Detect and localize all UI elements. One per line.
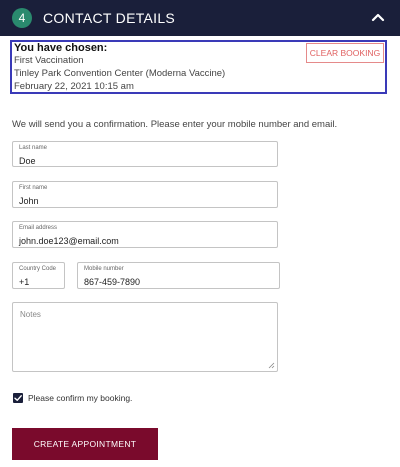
section-title: CONTACT DETAILS bbox=[43, 10, 176, 26]
first-name-field[interactable]: First name John bbox=[12, 181, 278, 208]
email-value[interactable]: john.doe123@email.com bbox=[19, 236, 119, 246]
resize-grip-icon[interactable] bbox=[268, 362, 275, 369]
country-code-value[interactable]: +1 bbox=[19, 277, 29, 287]
first-name-value[interactable]: John bbox=[19, 196, 39, 206]
chevron-up-icon bbox=[371, 13, 385, 22]
notes-placeholder: Notes bbox=[20, 310, 41, 319]
last-name-label: Last name bbox=[19, 145, 48, 151]
clear-booking-button[interactable]: CLEAR BOOKING bbox=[306, 43, 384, 63]
email-label: Email address bbox=[19, 225, 58, 231]
last-name-field[interactable]: Last name Doe bbox=[12, 141, 278, 167]
chosen-dose: First Vaccination bbox=[14, 55, 84, 66]
collapse-button[interactable] bbox=[366, 6, 390, 30]
notes-textarea[interactable]: Notes bbox=[12, 302, 278, 372]
chosen-title: You have chosen: bbox=[14, 42, 108, 54]
chosen-booking-summary: You have chosen: First Vaccination Tinle… bbox=[10, 40, 387, 94]
mobile-number-label: Mobile number bbox=[84, 266, 124, 272]
chosen-datetime: February 22, 2021 10:15 am bbox=[14, 81, 134, 92]
confirmation-info-text: We will send you a confirmation. Please … bbox=[12, 119, 338, 130]
step-number-badge: 4 bbox=[12, 8, 32, 28]
checkmark-icon bbox=[14, 395, 22, 401]
chosen-location: Tinley Park Convention Center (Moderna V… bbox=[14, 68, 226, 79]
section-header[interactable]: 4 CONTACT DETAILS bbox=[0, 0, 400, 36]
country-code-field[interactable]: Country Code +1 bbox=[12, 262, 65, 289]
country-code-label: Country Code bbox=[19, 266, 57, 272]
mobile-number-value[interactable]: 867-459-7890 bbox=[84, 277, 140, 287]
mobile-number-field[interactable]: Mobile number 867-459-7890 bbox=[77, 262, 280, 289]
create-appointment-button[interactable]: CREATE APPOINTMENT bbox=[12, 428, 158, 460]
last-name-value[interactable]: Doe bbox=[19, 156, 36, 166]
email-field[interactable]: Email address john.doe123@email.com bbox=[12, 221, 278, 248]
confirm-checkbox[interactable] bbox=[13, 393, 23, 403]
first-name-label: First name bbox=[19, 185, 48, 191]
confirm-label: Please confirm my booking. bbox=[28, 393, 133, 403]
